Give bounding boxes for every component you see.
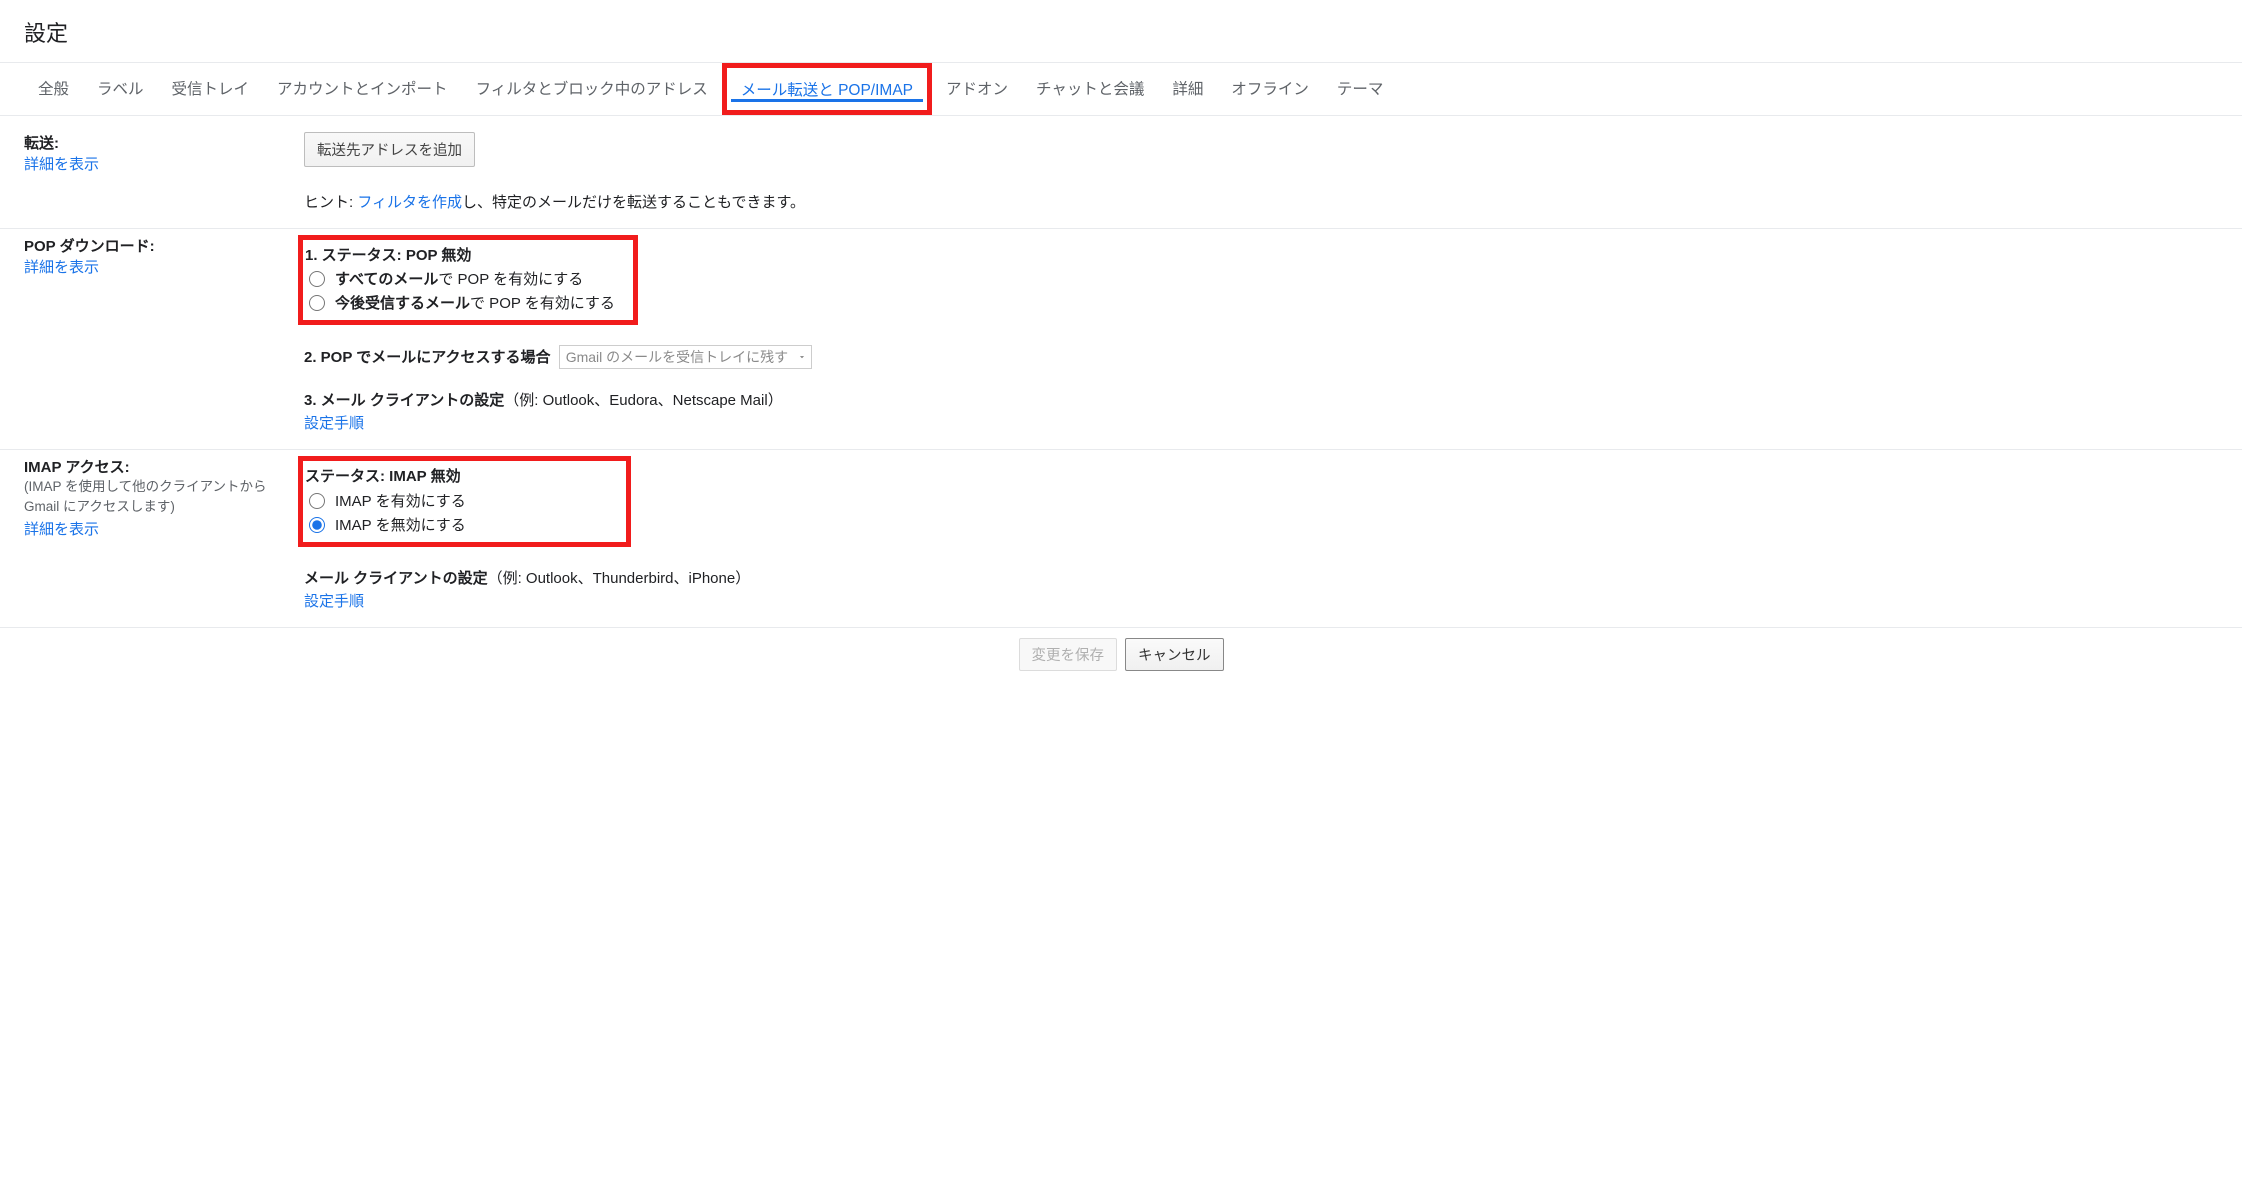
- imap-access-section: IMAP アクセス: (IMAP を使用して他のクライアントから Gmail に…: [0, 450, 2242, 628]
- forwarding-hint: ヒント: フィルタを作成し、特定のメールだけを転送することもできます。: [304, 191, 2218, 212]
- imap-label: IMAP アクセス:: [24, 456, 294, 477]
- forwarding-label: 転送:: [24, 132, 294, 153]
- imap-description: (IMAP を使用して他のクライアントから Gmail にアクセスします): [24, 477, 294, 518]
- settings-tabs: 全般 ラベル 受信トレイ アカウントとインポート フィルタとブロック中のアドレス…: [0, 62, 2242, 116]
- forwarding-learn-more-link[interactable]: 詳細を表示: [24, 156, 99, 173]
- pop-step3-examples: （例: Outlook、Eudora、Netscape Mail）: [504, 392, 782, 409]
- create-filter-link[interactable]: フィルタを作成: [357, 194, 462, 211]
- imap-learn-more-link[interactable]: 詳細を表示: [24, 521, 99, 538]
- imap-disable-row[interactable]: IMAP を無効にする: [305, 514, 466, 535]
- pop-opt2-suffix: で POP を有効にする: [470, 295, 615, 312]
- pop-opt1-bold: すべてのメール: [335, 271, 438, 288]
- pop-enable-all-radio[interactable]: [309, 271, 325, 287]
- tab-forwarding-pop-imap[interactable]: メール転送と POP/IMAP: [727, 68, 927, 110]
- pop-label: POP ダウンロード:: [24, 235, 294, 256]
- footer-buttons: 変更を保存 キャンセル: [0, 628, 2242, 695]
- tab-chat-meet[interactable]: チャットと会議: [1022, 63, 1158, 115]
- cancel-button[interactable]: キャンセル: [1125, 638, 1224, 671]
- tab-offline[interactable]: オフライン: [1217, 63, 1323, 115]
- tab-labels[interactable]: ラベル: [83, 63, 158, 115]
- pop-step2-label: 2. POP でメールにアクセスする場合: [304, 349, 551, 366]
- page-title: 設定: [0, 0, 2242, 62]
- pop-status-label: 1. ステータス:: [305, 247, 406, 264]
- imap-enable-row[interactable]: IMAP を有効にする: [305, 490, 466, 511]
- pop-opt1-suffix: で POP を有効にする: [438, 271, 583, 288]
- tab-general[interactable]: 全般: [24, 63, 83, 115]
- tab-accounts-import[interactable]: アカウントとインポート: [263, 63, 462, 115]
- tab-advanced[interactable]: 詳細: [1158, 63, 1217, 115]
- pop-enable-future-row[interactable]: 今後受信するメールで POP を有効にする: [305, 292, 615, 313]
- highlight-box-imap: ステータス: IMAP 無効 IMAP を有効にする IMAP を無効にする: [298, 456, 631, 547]
- imap-enable-label: IMAP を有効にする: [335, 490, 466, 511]
- imap-client-label: メール クライアントの設定: [304, 570, 488, 587]
- hint-prefix: ヒント:: [304, 194, 357, 211]
- save-changes-button: 変更を保存: [1019, 638, 1118, 671]
- tab-inbox[interactable]: 受信トレイ: [158, 63, 264, 115]
- imap-disable-label: IMAP を無効にする: [335, 514, 466, 535]
- pop-status-value: POP 無効: [406, 247, 472, 264]
- pop-action-select[interactable]: Gmail のメールを受信トレイに残す: [559, 345, 812, 369]
- pop-download-section: POP ダウンロード: 詳細を表示 1. ステータス: POP 無効 すべてのメ…: [0, 229, 2242, 450]
- tab-filters-blocked[interactable]: フィルタとブロック中のアドレス: [462, 63, 722, 115]
- pop-learn-more-link[interactable]: 詳細を表示: [24, 259, 99, 276]
- add-forwarding-address-button[interactable]: 転送先アドレスを追加: [304, 132, 475, 167]
- highlight-box-tab: メール転送と POP/IMAP: [722, 63, 932, 115]
- imap-status-label: ステータス:: [305, 468, 389, 485]
- hint-suffix: し、特定のメールだけを転送することもできます。: [462, 194, 805, 211]
- pop-config-instructions-link[interactable]: 設定手順: [304, 412, 2218, 433]
- forwarding-section: 転送: 詳細を表示 転送先アドレスを追加 ヒント: フィルタを作成し、特定のメー…: [0, 116, 2242, 229]
- imap-config-instructions-link[interactable]: 設定手順: [304, 590, 2218, 611]
- pop-enable-all-row[interactable]: すべてのメールで POP を有効にする: [305, 268, 615, 289]
- tab-themes[interactable]: テーマ: [1323, 63, 1398, 115]
- pop-opt2-bold: 今後受信するメール: [335, 295, 470, 312]
- tab-addons[interactable]: アドオン: [932, 63, 1022, 115]
- imap-status-value: IMAP 無効: [389, 468, 460, 485]
- pop-enable-future-radio[interactable]: [309, 295, 325, 311]
- highlight-box-pop: 1. ステータス: POP 無効 すべてのメールで POP を有効にする 今後受…: [298, 235, 638, 325]
- pop-step3-label: 3. メール クライアントの設定: [304, 392, 504, 409]
- imap-enable-radio[interactable]: [309, 493, 325, 509]
- imap-client-examples: （例: Outlook、Thunderbird、iPhone）: [488, 570, 751, 587]
- imap-disable-radio[interactable]: [309, 517, 325, 533]
